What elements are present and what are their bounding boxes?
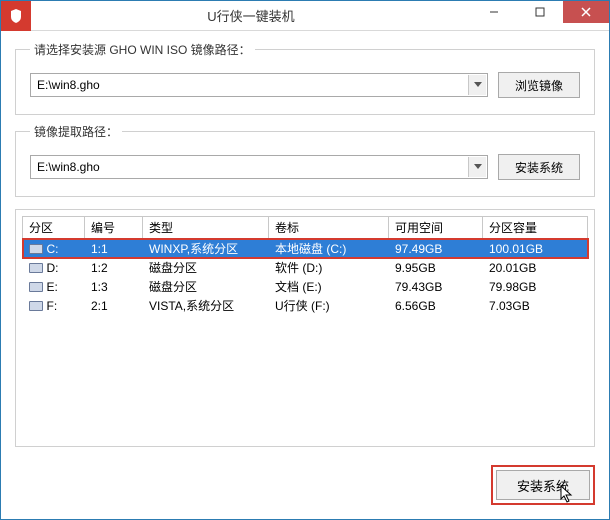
table-row[interactable]: F:2:1VISTA,系统分区U行侠 (F:)6.56GB7.03GB <box>23 296 588 315</box>
source-path-value: E:\win8.gho <box>37 78 100 92</box>
col-label[interactable]: 卷标 <box>269 217 389 239</box>
titlebar: U行侠一键装机 <box>1 1 609 31</box>
partition-table: 分区 编号 类型 卷标 可用空间 分区容量 C:1:1WINXP,系统分区本地磁… <box>22 216 588 315</box>
source-path-combo[interactable]: E:\win8.gho <box>30 73 488 97</box>
col-partition[interactable]: 分区 <box>23 217 85 239</box>
content-area: 请选择安装源 GHO WIN ISO 镜像路径： E:\win8.gho 浏览镜… <box>1 31 609 519</box>
extract-path-value: E:\win8.gho <box>37 160 100 174</box>
extract-legend: 镜像提取路径： <box>30 123 122 140</box>
extract-path-combo[interactable]: E:\win8.gho <box>30 155 488 179</box>
minimize-button[interactable] <box>471 1 517 23</box>
install-system-button-top[interactable]: 安装系统 <box>498 154 580 180</box>
drive-icon <box>29 263 43 273</box>
table-header-row: 分区 编号 类型 卷标 可用空间 分区容量 <box>23 217 588 239</box>
table-row[interactable]: E:1:3磁盘分区文档 (E:)79.43GB79.98GB <box>23 277 588 296</box>
table-row[interactable]: D:1:2磁盘分区软件 (D:)9.95GB20.01GB <box>23 258 588 277</box>
drive-icon <box>29 301 43 311</box>
partition-table-panel: 分区 编号 类型 卷标 可用空间 分区容量 C:1:1WINXP,系统分区本地磁… <box>15 209 595 447</box>
footer: 安装系统 <box>15 455 595 505</box>
drive-icon <box>29 244 43 254</box>
col-number[interactable]: 编号 <box>85 217 143 239</box>
col-free[interactable]: 可用空间 <box>389 217 483 239</box>
cursor-icon <box>559 485 575 505</box>
source-legend: 请选择安装源 GHO WIN ISO 镜像路径： <box>30 41 255 58</box>
chevron-down-icon[interactable] <box>468 75 486 95</box>
install-system-button[interactable]: 安装系统 <box>496 470 590 500</box>
window-title: U行侠一键装机 <box>31 6 471 25</box>
extract-group: 镜像提取路径： E:\win8.gho 安装系统 <box>15 123 595 197</box>
app-icon <box>1 1 31 31</box>
col-capacity[interactable]: 分区容量 <box>483 217 588 239</box>
install-highlight: 安装系统 <box>491 465 595 505</box>
chevron-down-icon[interactable] <box>468 157 486 177</box>
source-group: 请选择安装源 GHO WIN ISO 镜像路径： E:\win8.gho 浏览镜… <box>15 41 595 115</box>
col-type[interactable]: 类型 <box>143 217 269 239</box>
browse-image-button[interactable]: 浏览镜像 <box>498 72 580 98</box>
drive-icon <box>29 282 43 292</box>
app-window: U行侠一键装机 请选择安装源 GHO WIN ISO 镜像路径： E:\win8… <box>0 0 610 520</box>
maximize-button[interactable] <box>517 1 563 23</box>
close-button[interactable] <box>563 1 609 23</box>
table-row[interactable]: C:1:1WINXP,系统分区本地磁盘 (C:)97.49GB100.01GB <box>23 239 588 259</box>
window-controls <box>471 1 609 30</box>
